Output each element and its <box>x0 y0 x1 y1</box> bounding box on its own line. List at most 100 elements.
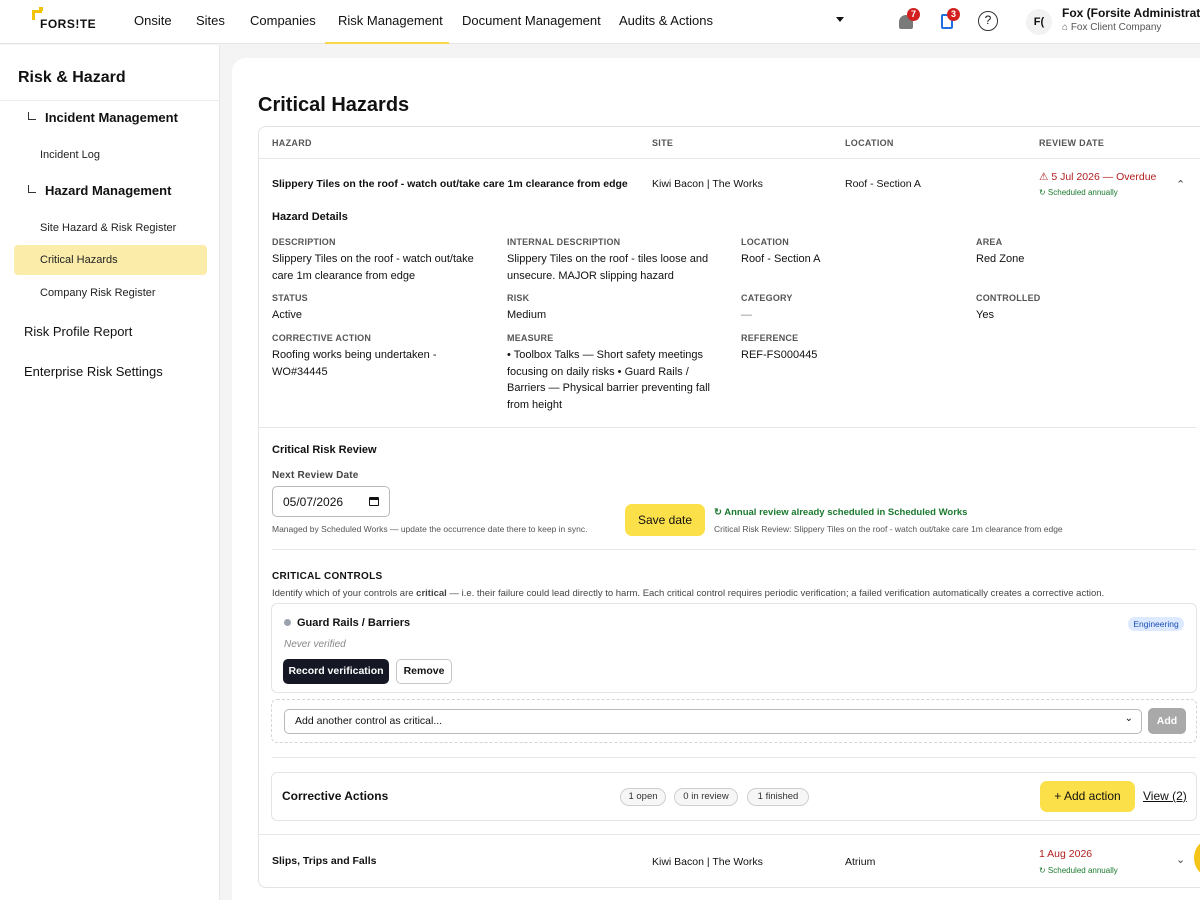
sidebar-item-company-risk-register[interactable]: Company Risk Register <box>40 287 156 299</box>
row-site: Kiwi Bacon | The Works <box>652 178 763 190</box>
annual-review-status: ↻ Annual review already scheduled in Sch… <box>714 507 968 518</box>
row-location: Roof - Section A <box>845 178 921 190</box>
sidebar-item-site-hazard-register[interactable]: Site Hazard & Risk Register <box>40 222 176 234</box>
dropdown-caret-icon[interactable] <box>836 17 844 22</box>
corrective-line: Roofing works being undertaken - <box>272 349 437 361</box>
add-control-select[interactable]: Add another control as critical... ⌄ <box>284 709 1142 734</box>
tasks-button[interactable]: 3 <box>939 8 963 34</box>
row-hazard-name[interactable]: Slips, Trips and Falls <box>272 855 376 867</box>
header-divider <box>258 158 1200 159</box>
add-action-button[interactable]: + Add action <box>1040 781 1135 812</box>
nav-onsite[interactable]: Onsite <box>134 13 172 28</box>
row-review-date: 1 Aug 2026 <box>1039 848 1093 860</box>
column-header-hazard[interactable]: HAZARD <box>272 138 312 148</box>
desc-bold: critical <box>416 588 447 599</box>
sidebar-item-incident-log[interactable]: Incident Log <box>40 149 100 161</box>
sidebar-group-label: Incident Management <box>45 110 178 125</box>
chevron-down-icon[interactable]: ⌄ <box>1176 853 1185 866</box>
verification-status: Never verified <box>284 639 346 650</box>
measure-label: MEASURE <box>507 333 554 343</box>
avatar[interactable]: F( <box>1026 9 1052 35</box>
internal-description-line: Slippery Tiles on the roof - tiles loose… <box>507 253 709 265</box>
user-name[interactable]: Fox (Forsite Administrator) <box>1062 6 1200 20</box>
internal-description-line: unsecure. MAJOR slipping hazard <box>507 269 674 282</box>
notifications-badge: 7 <box>907 8 920 21</box>
save-date-button[interactable]: Save date <box>625 504 705 536</box>
sidebar-item-risk-profile-report[interactable]: Risk Profile Report <box>24 324 132 339</box>
open-count-pill: 1 open <box>620 788 666 806</box>
sidebar-divider <box>0 100 220 101</box>
row-divider <box>258 834 1200 835</box>
sidebar-group-incident-management[interactable]: Incident Management <box>28 110 178 125</box>
remove-control-button[interactable]: Remove <box>396 659 452 684</box>
page-title: Critical Hazards <box>258 94 410 116</box>
column-header-location[interactable]: LOCATION <box>845 138 894 148</box>
reference-label: REFERENCE <box>741 333 799 343</box>
section-divider <box>272 549 1196 550</box>
calendar-icon[interactable] <box>369 497 379 506</box>
top-navigation: FORS!TE Onsite Sites Companies Risk Mana… <box>0 0 1200 44</box>
add-control-button[interactable]: Add <box>1148 708 1186 734</box>
critical-controls-description: Identify which of your controls are crit… <box>272 588 1104 599</box>
category-value: — <box>741 309 752 321</box>
internal-description-label: INTERNAL DESCRIPTION <box>507 237 621 247</box>
row-hazard-name[interactable]: Slippery Tiles on the roof - watch out/t… <box>272 178 628 190</box>
area-value: Red Zone <box>976 253 1025 265</box>
sidebar: Risk & Hazard Incident Management Incide… <box>0 45 220 900</box>
critical-controls-title: CRITICAL CONTROLS <box>272 571 383 582</box>
nav-document-management[interactable]: Document Management <box>462 13 601 28</box>
date-value: 05/07/2026 <box>283 495 344 509</box>
category-label: CATEGORY <box>741 293 793 303</box>
sidebar-title: Risk & Hazard <box>18 69 126 86</box>
section-divider <box>258 427 1196 428</box>
help-icon[interactable]: ? <box>978 11 998 31</box>
tree-bracket-icon <box>28 185 36 193</box>
column-header-site[interactable]: SITE <box>652 138 673 148</box>
record-verification-button[interactable]: Record verification <box>283 659 389 684</box>
forsite-logo[interactable]: FORS!TE <box>32 7 112 35</box>
measure-line: focusing on daily risks • Guard Rails / <box>507 365 689 378</box>
next-review-date-input[interactable]: 05/07/2026 <box>272 486 390 517</box>
critical-risk-review-title: Critical Risk Review <box>272 444 377 456</box>
nav-sites[interactable]: Sites <box>196 13 225 28</box>
logo-text: FORS!TE <box>40 17 97 31</box>
control-type-badge: Engineering <box>1128 617 1184 631</box>
nav-active-indicator <box>325 42 449 44</box>
user-company: ⌂ Fox Client Company <box>1062 22 1161 33</box>
tree-bracket-icon <box>28 112 36 120</box>
control-name: Guard Rails / Barriers <box>297 617 411 629</box>
chevron-down-icon: ⌄ <box>1124 713 1133 724</box>
nav-companies[interactable]: Companies <box>250 13 316 28</box>
corrective-line: WO#34445 <box>272 365 328 378</box>
select-placeholder: Add another control as critical... <box>295 715 443 727</box>
section-divider <box>272 757 1196 758</box>
status-label: STATUS <box>272 293 308 303</box>
description-label: DESCRIPTION <box>272 237 336 247</box>
column-header-review-date[interactable]: REVIEW DATE <box>1039 138 1104 148</box>
status-value: Active <box>272 309 302 321</box>
desc-text: — i.e. their failure could lead directly… <box>446 588 1105 599</box>
sidebar-group-hazard-management[interactable]: Hazard Management <box>28 183 171 198</box>
row-schedule: ↻ Scheduled annually <box>1039 188 1118 197</box>
nav-audits-actions[interactable]: Audits & Actions <box>619 13 713 28</box>
status-dot-icon <box>284 619 291 626</box>
corrective-actions-title: Corrective Actions <box>282 789 389 803</box>
desc-text: Identify which of your controls are <box>272 588 417 599</box>
description-value: Slippery Tiles on the roof - watch out/t… <box>272 251 474 284</box>
chevron-up-icon[interactable]: ⌃ <box>1176 178 1185 191</box>
view-actions-link[interactable]: View (2) <box>1143 789 1187 803</box>
notifications-button[interactable]: 7 <box>897 8 921 34</box>
sidebar-item-enterprise-risk-settings[interactable]: Enterprise Risk Settings <box>24 364 163 379</box>
tasks-badge: 3 <box>947 8 960 21</box>
location-label: LOCATION <box>741 237 789 247</box>
next-review-date-label: Next Review Date <box>272 470 359 481</box>
nav-risk-management[interactable]: Risk Management <box>338 13 443 28</box>
area-label: AREA <box>976 237 1003 247</box>
description-line: care 1m clearance from edge <box>272 269 416 282</box>
row-schedule: ↻ Scheduled annually <box>1039 866 1118 875</box>
finished-count-pill: 1 finished <box>747 788 809 806</box>
sidebar-item-critical-hazards[interactable]: Critical Hazards <box>40 254 118 266</box>
risk-label: RISK <box>507 293 530 303</box>
measure-value: • Toolbox Talks — Short safety meetings … <box>507 347 710 413</box>
location-value: Roof - Section A <box>741 253 821 265</box>
